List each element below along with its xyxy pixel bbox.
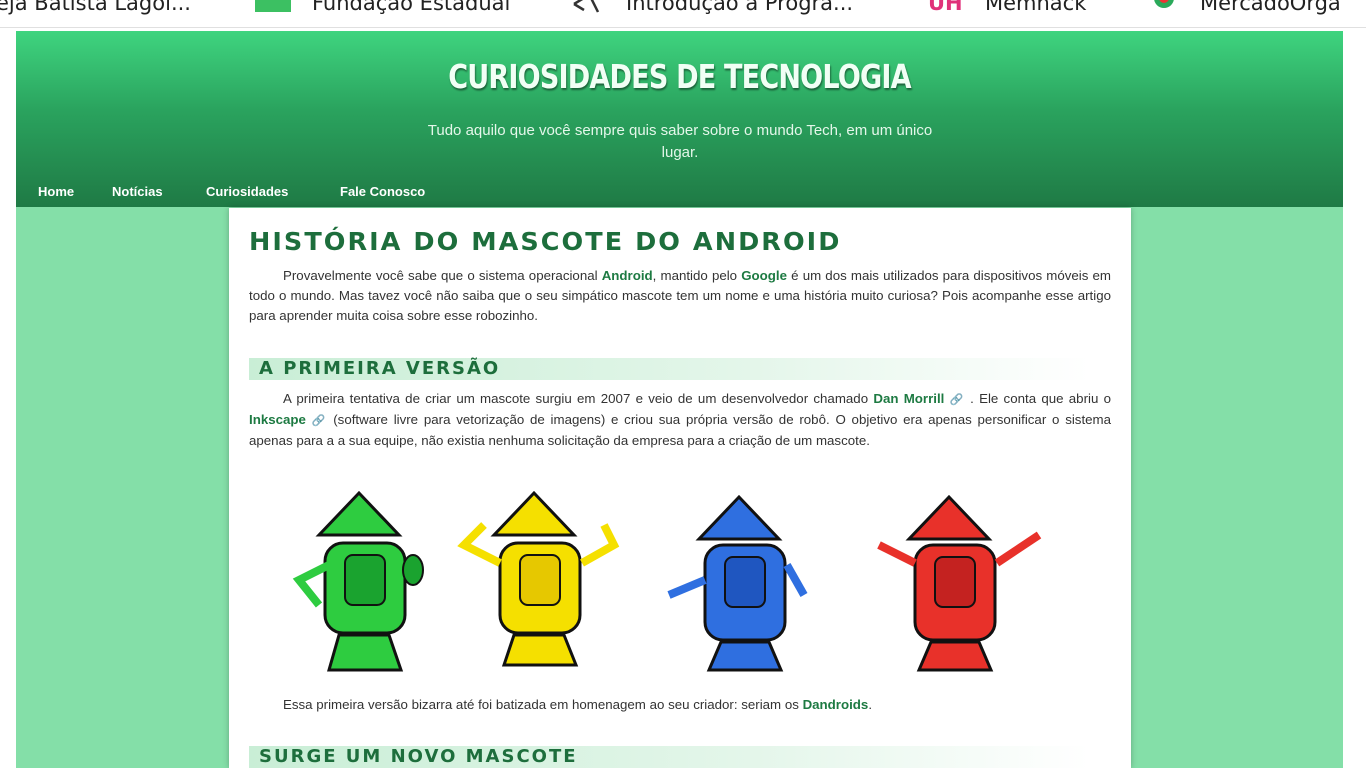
link-android[interactable]: Android bbox=[602, 268, 653, 283]
section-title-1: A PRIMEIRA VERSÃO bbox=[259, 358, 501, 379]
bookmark-1[interactable]: eja Batista Lagoi... bbox=[0, 0, 191, 15]
bookmark-4[interactable]: Memhack bbox=[985, 0, 1086, 15]
nav-curiosidades[interactable]: Curiosidades bbox=[206, 184, 288, 199]
post-card: HISTÓRIA DO MASCOTE DO ANDROID Provavelm… bbox=[229, 208, 1131, 768]
link-inkscape[interactable]: Inkscape bbox=[249, 412, 306, 427]
intro-paragraph: Provavelmente você sabe que o sistema op… bbox=[249, 268, 1111, 323]
version-paragraph: A primeira tentativa de criar um mascote… bbox=[249, 391, 1112, 448]
external-link-icon: 🔗 bbox=[949, 394, 965, 406]
nav-home[interactable]: Home bbox=[38, 184, 74, 199]
site-title[interactable]: CURIOSIDADES DE TECNOLOGIA bbox=[135, 57, 1223, 96]
site-container: CURIOSIDADES DE TECNOLOGIA Tudo aquilo q… bbox=[16, 31, 1343, 768]
bookmark-3[interactable]: Introdução à Progra... bbox=[626, 0, 853, 15]
code-icon bbox=[573, 0, 600, 13]
section-title-2: SURGE UM NOVO MASCOTE bbox=[259, 746, 578, 767]
external-link-icon: 🔗 bbox=[311, 415, 328, 427]
nav-fale-conosco[interactable]: Fale Conosco bbox=[340, 184, 425, 199]
bookmark-2[interactable]: Fundação Estadual bbox=[312, 0, 510, 15]
memhack-icon: UH bbox=[928, 0, 963, 15]
section-heading-2: SURGE UM NOVO MASCOTE bbox=[249, 746, 1089, 768]
link-google[interactable]: Google bbox=[741, 268, 787, 283]
bookmark-5[interactable]: MercadoOrga bbox=[1200, 0, 1341, 15]
site-header: CURIOSIDADES DE TECNOLOGIA Tudo aquilo q… bbox=[16, 31, 1343, 207]
bookmarks-bar: eja Batista Lagoi... Fundação Estadual I… bbox=[0, 0, 1366, 28]
section-heading-1: A PRIMEIRA VERSÃO bbox=[249, 358, 1089, 380]
site-description: Tudo aquilo que você sempre quis saber s… bbox=[427, 122, 933, 161]
nav-noticias[interactable]: Notícias bbox=[112, 184, 163, 199]
mercado-icon bbox=[1154, 0, 1174, 8]
link-dandroids[interactable]: Dandroids bbox=[803, 697, 869, 712]
dandroids-paragraph: Essa primeira versão bizarra até foi bat… bbox=[283, 697, 873, 712]
green-square-icon bbox=[255, 0, 291, 12]
link-dan-morrill[interactable]: Dan Morrill bbox=[873, 391, 944, 406]
dandroids-image bbox=[292, 490, 1042, 672]
post-title: HISTÓRIA DO MASCOTE DO ANDROID bbox=[249, 227, 842, 256]
